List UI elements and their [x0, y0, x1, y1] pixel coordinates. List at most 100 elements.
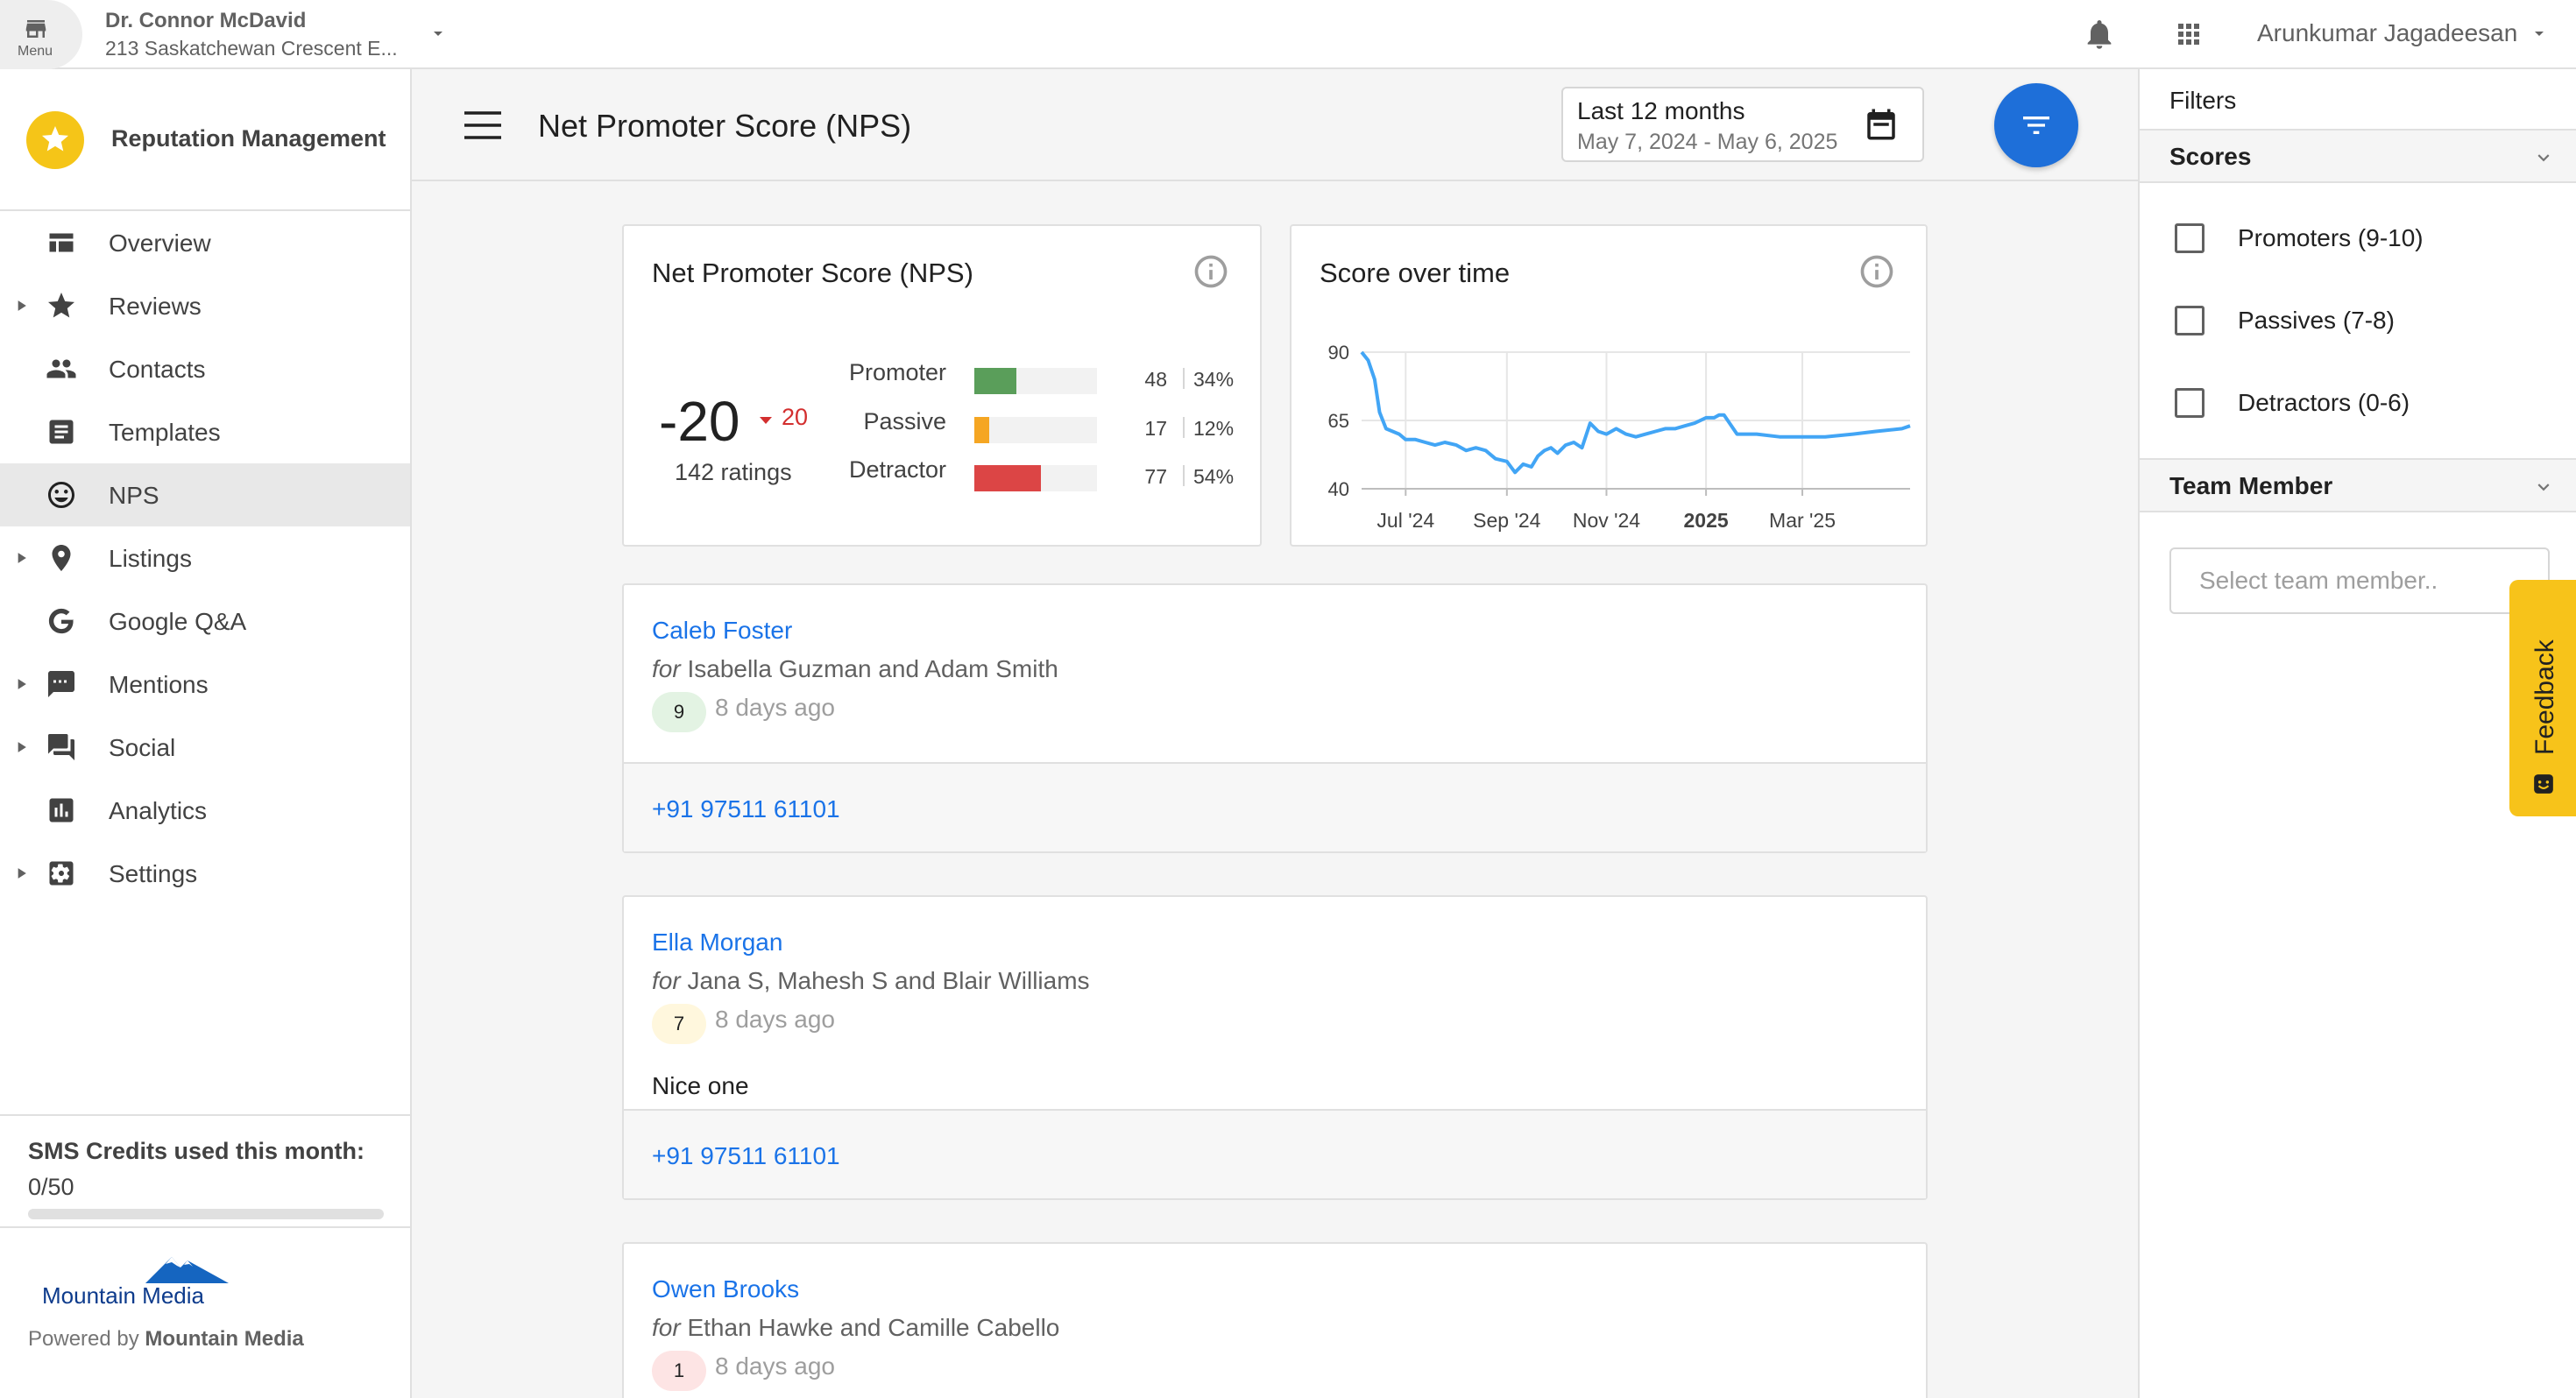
x-tick-label: 2025 [1684, 509, 1729, 532]
smiley-icon [48, 482, 74, 508]
menu-button[interactable]: Menu [0, 0, 82, 69]
star-icon [42, 126, 68, 152]
team-member-section-title: Team Member [2169, 472, 2333, 499]
date-range-picker[interactable]: Last 12 months May 7, 2024 - May 6, 2025 [1561, 87, 1924, 162]
score-line-chart: 90 65 40 Jul '24 Sep '24 Nov '24 2025 Mar '25 [1328, 342, 1911, 532]
sidebar-item-mentions[interactable]: Mentions [0, 653, 410, 716]
user-name[interactable]: Arunkumar Jagadeesan [2257, 19, 2517, 47]
sidebar-item-listings[interactable]: Listings [0, 526, 410, 590]
filter-detractors[interactable]: Detractors (0-6) [2140, 376, 2576, 428]
review-time: 8 days ago [715, 1352, 835, 1380]
menu-label: Menu [18, 44, 53, 59]
sidebar-item-settings[interactable]: Settings [0, 842, 410, 905]
feedback-tab[interactable]: Feedback [2509, 580, 2576, 816]
forum-icon [48, 734, 74, 760]
sidebar-item-label: Settings [109, 860, 198, 887]
caret-down-icon[interactable] [428, 23, 449, 44]
team-member-input[interactable] [2169, 547, 2550, 614]
x-tick-label: Sep '24 [1473, 509, 1540, 532]
separator [1183, 368, 1185, 389]
smile-face-icon [2534, 774, 2553, 794]
apps-grid-icon[interactable] [2173, 18, 2204, 50]
y-tick-label: 65 [1328, 410, 1349, 432]
review-footer: +91 97511 61101 [624, 1109, 1926, 1198]
sidebar: Reputation Management Overview Reviews C… [0, 69, 412, 1398]
dashboard-icon [49, 233, 74, 252]
x-tick-label: Mar '25 [1769, 509, 1836, 532]
x-tick-label: Jul '24 [1376, 509, 1434, 532]
product-title: Reputation Management [111, 125, 386, 152]
storefront-icon [25, 20, 46, 38]
sidebar-item-label: Overview [109, 229, 211, 257]
sidebar-item-templates[interactable]: Templates [0, 400, 410, 463]
sidebar-item-label: Analytics [109, 797, 208, 824]
review-phone[interactable]: +91 97511 61101 [652, 1142, 840, 1170]
checkbox[interactable] [2175, 306, 2204, 335]
checkbox-label: Promoters (9-10) [2238, 224, 2424, 251]
review-for: for Jana S, Mahesh S and Blair Williams [652, 967, 1090, 995]
hamburger-icon[interactable] [464, 111, 501, 139]
score-badge: 7 [652, 1004, 706, 1044]
review-for: for Ethan Hawke and Camille Cabello [652, 1314, 1059, 1342]
sidebar-item-label: Reviews [109, 293, 202, 320]
location-pin-icon [52, 545, 71, 571]
account-address: 213 Saskatchewan Crescent E... [105, 37, 398, 60]
expand-arrow-icon[interactable] [12, 675, 30, 693]
chat-bubble-icon [48, 671, 74, 697]
review-time: 8 days ago [715, 694, 835, 721]
info-icon[interactable] [1192, 252, 1230, 291]
review-card: Ella Morgan for Jana S, Mahesh S and Bla… [622, 895, 1928, 1200]
distribution-label: Promoter [848, 359, 946, 385]
sidebar-item-analytics[interactable]: Analytics [0, 779, 410, 842]
expand-arrow-icon[interactable] [12, 549, 30, 567]
sidebar-item-overview[interactable]: Overview [0, 211, 410, 274]
expand-arrow-icon[interactable] [12, 865, 30, 882]
bell-icon[interactable] [2082, 17, 2117, 52]
team-member-section-header[interactable]: Team Member [2140, 458, 2576, 512]
review-footer: +91 97511 61101 [624, 762, 1926, 851]
reviewer-name[interactable]: Ella Morgan [652, 928, 782, 957]
distribution-count: 48 [1144, 368, 1167, 391]
distribution-label: Passive [863, 408, 946, 434]
sidebar-item-reviews[interactable]: Reviews [0, 274, 410, 337]
bar-chart-icon [49, 798, 74, 823]
distribution-bar [974, 368, 1097, 394]
sidebar-item-contacts[interactable]: Contacts [0, 337, 410, 400]
sidebar-item-social[interactable]: Social [0, 716, 410, 779]
expand-arrow-icon[interactable] [12, 738, 30, 756]
checkbox[interactable] [2175, 388, 2204, 418]
google-icon [48, 608, 74, 634]
filter-passives[interactable]: Passives (7-8) [2140, 293, 2576, 346]
checkbox[interactable] [2175, 223, 2204, 253]
powered-by-prefix: Powered by [28, 1327, 139, 1351]
review-phone[interactable]: +91 97511 61101 [652, 795, 840, 823]
distribution-count: 77 [1144, 465, 1167, 488]
expand-arrow-icon[interactable] [12, 297, 30, 314]
distribution-count: 17 [1144, 417, 1167, 440]
caret-down-icon[interactable] [2529, 23, 2550, 44]
nps-card-title: Net Promoter Score (NPS) [652, 258, 973, 288]
brand-name: Mountain Media [42, 1282, 204, 1309]
scores-section-header[interactable]: Scores [2140, 129, 2576, 183]
sidebar-item-nps[interactable]: NPS [0, 463, 410, 526]
series-line [1360, 350, 1911, 475]
y-tick-label: 90 [1328, 342, 1349, 364]
review-for-names: Ethan Hawke and Camille Cabello [687, 1314, 1060, 1341]
review-for-names: Isabella Guzman and Adam Smith [687, 655, 1058, 682]
top-bar: Menu Dr. Connor McDavid 213 Saskatchewan… [0, 0, 2576, 69]
sidebar-item-google-qa[interactable]: Google Q&A [0, 590, 410, 653]
review-for-prefix: for [652, 967, 681, 994]
star-icon [48, 293, 74, 318]
sidebar-item-label: Listings [109, 545, 192, 572]
filter-button[interactable] [1994, 83, 2078, 167]
distribution-bar [974, 465, 1097, 491]
product-logo [26, 111, 84, 169]
reviewer-name[interactable]: Owen Brooks [652, 1275, 799, 1303]
checkbox-label: Passives (7-8) [2238, 307, 2395, 334]
filter-promoters[interactable]: Promoters (9-10) [2140, 211, 2576, 264]
account-name: Dr. Connor McDavid [105, 9, 307, 32]
review-for-names: Jana S, Mahesh S and Blair Williams [687, 967, 1090, 994]
calendar-icon [1867, 109, 1895, 140]
reviewer-name[interactable]: Caleb Foster [652, 617, 792, 645]
chevron-down-icon [2537, 484, 2550, 491]
